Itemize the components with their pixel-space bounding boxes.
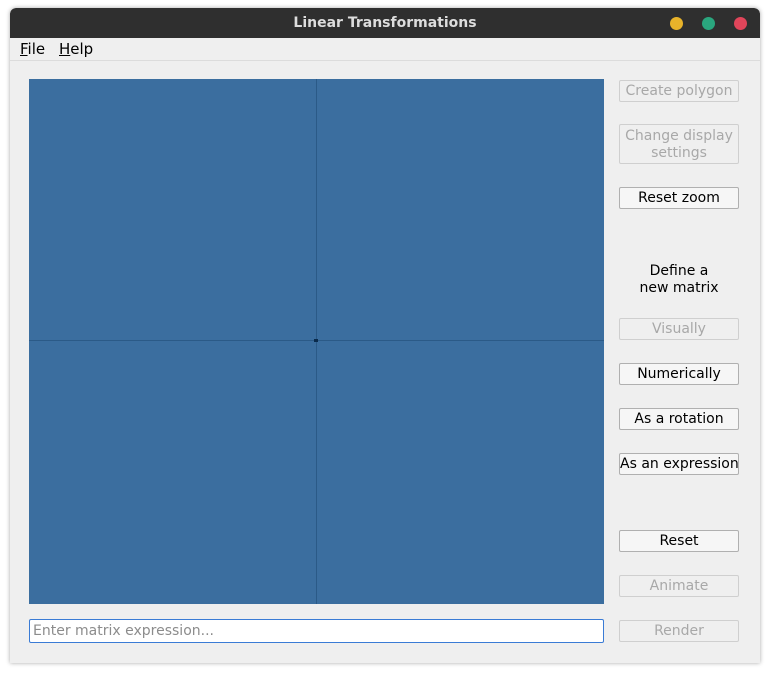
define-visually-button[interactable]: Visually <box>619 318 739 340</box>
define-matrix-label: Define a new matrix <box>639 263 719 296</box>
create-polygon-button[interactable]: Create polygon <box>619 80 739 102</box>
reset-zoom-button[interactable]: Reset zoom <box>619 187 739 209</box>
change-display-settings-button[interactable]: Change display settings <box>619 124 739 164</box>
title-bar[interactable]: Linear Transformations <box>10 8 760 38</box>
menu-help[interactable]: Help <box>59 40 93 58</box>
close-icon[interactable] <box>734 17 747 30</box>
main-window: Linear Transformations File Help Create … <box>10 8 760 663</box>
menu-help-accel: H <box>59 40 71 58</box>
menu-bar: File Help <box>10 38 760 61</box>
define-rotation-button[interactable]: As a rotation <box>619 408 739 430</box>
minimize-icon[interactable] <box>670 17 683 30</box>
matrix-expression-input[interactable] <box>29 619 604 643</box>
render-button[interactable]: Render <box>619 620 739 642</box>
menu-help-label: elp <box>70 40 94 58</box>
window-title: Linear Transformations <box>293 15 477 31</box>
menu-file-label: ile <box>27 40 46 58</box>
menu-file-accel: F <box>20 40 28 58</box>
animate-button[interactable]: Animate <box>619 575 739 597</box>
transformation-canvas[interactable] <box>29 79 604 604</box>
maximize-icon[interactable] <box>702 17 715 30</box>
origin-marker <box>314 339 318 342</box>
menu-file[interactable]: File <box>20 40 45 58</box>
define-expression-button[interactable]: As an expression <box>619 453 739 475</box>
reset-button[interactable]: Reset <box>619 530 739 552</box>
define-numerically-button[interactable]: Numerically <box>619 363 739 385</box>
